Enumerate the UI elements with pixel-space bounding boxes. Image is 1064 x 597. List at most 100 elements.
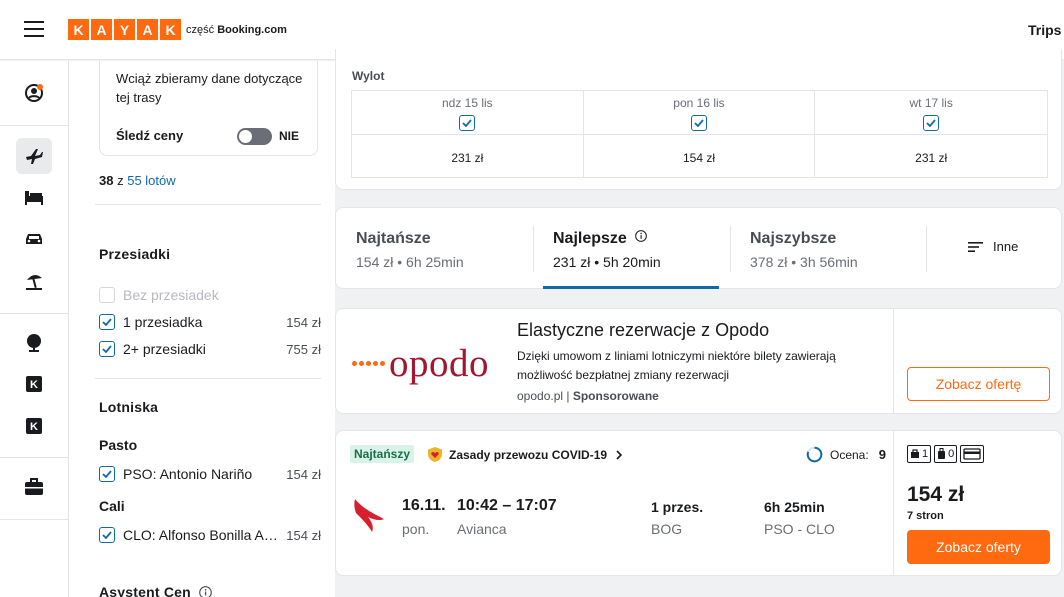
car-icon[interactable]: [16, 221, 52, 257]
airport-city: Pasto: [99, 437, 138, 453]
departure-label: Wylot: [352, 69, 385, 83]
track-prices-label: Śledź ceny: [116, 128, 184, 143]
checkbox[interactable]: [99, 314, 115, 330]
date-label: ndz 15 lis: [441, 96, 493, 110]
part-brand: Booking.com: [217, 24, 287, 36]
date-label: wt 17 lis: [909, 96, 953, 110]
left-nav: K K: [0, 61, 69, 597]
cheapest-badge: Najtańszy: [350, 445, 415, 463]
see-offers-button[interactable]: Zobacz oferty: [907, 530, 1050, 564]
plane-icon[interactable]: [16, 138, 52, 174]
airports-title: Lotniska: [99, 399, 159, 415]
more-label: Inne: [993, 239, 1019, 254]
checkbox[interactable]: [99, 466, 115, 482]
avianca-logo-icon: [352, 497, 388, 538]
logo-dots: [352, 361, 387, 366]
divider: [352, 134, 583, 135]
departure-day: pon.: [402, 521, 430, 537]
account-icon[interactable]: [16, 75, 52, 111]
flexible-dates-card: Wylot ndz 15 lis 231 zł pon 16 lis 154 z…: [335, 49, 1062, 190]
airport-filter-clo[interactable]: CLO: Alfonso Bonilla Aragón 154 zł: [99, 525, 321, 545]
checkbox[interactable]: [99, 341, 115, 357]
result-price: 154 zł: [907, 483, 965, 506]
date-price: 154 zł: [682, 151, 715, 165]
airport-filter-pso[interactable]: PSO: Antonio Nariño 154 zł: [99, 464, 321, 484]
rating-value: 9: [878, 447, 886, 462]
covid-label: Zasady przewozu COVID-19: [449, 447, 608, 462]
see-offer-button[interactable]: Zobacz ofertę: [907, 367, 1050, 401]
tab-title: Najtańsze: [356, 230, 431, 247]
svg-text:K: K: [30, 421, 38, 433]
beach-umbrella-icon[interactable]: [16, 263, 52, 299]
bed-icon[interactable]: [16, 179, 52, 215]
globe-icon[interactable]: [16, 325, 52, 361]
shield-heart-icon: [428, 447, 442, 462]
track-info-text: Wciąż zbieramy dane dotyczące tej trasy: [116, 71, 303, 105]
tab-best[interactable]: Najlepsze 231 zł • 5h 20min: [533, 208, 730, 290]
flight-duration: 6h 25min: [764, 499, 825, 515]
covid-rules-link[interactable]: Zasady przewozu COVID-19: [427, 446, 623, 463]
logo-letter: A: [137, 19, 158, 40]
tab-summary: 231 zł • 5h 20min: [553, 254, 661, 270]
booking-attribution: część Booking.com: [186, 24, 287, 36]
checked-bag: 0: [934, 445, 958, 463]
shown-count: 38: [99, 173, 114, 188]
active-tab-indicator: [543, 286, 719, 289]
checkbox[interactable]: [99, 527, 115, 543]
stops-title: Przesiadki: [99, 246, 171, 262]
date-checkbox[interactable]: [459, 115, 476, 131]
chevron-right-icon: [616, 449, 623, 460]
sort-lines-icon: [968, 241, 983, 252]
flight-times: 10:42 – 17:07: [457, 497, 557, 514]
logo-letter: K: [68, 19, 89, 40]
flight-result[interactable]: Najtańszy Zasady przewozu COVID-19 Ocena…: [335, 430, 1062, 576]
info-icon: [199, 585, 212, 597]
stops-count: 1 przes.: [651, 499, 704, 515]
date-price: 231 zł: [915, 151, 948, 165]
briefcase-icon[interactable]: [16, 469, 52, 505]
date-column[interactable]: wt 17 lis 231 zł: [815, 91, 1047, 177]
tab-cheapest[interactable]: Najtańsze 154 zł • 6h 25min: [336, 208, 533, 290]
filter-label: CLO: Alfonso Bonilla Aragón: [123, 527, 280, 543]
stops-filter-1[interactable]: 1 przesiadka 154 zł: [99, 312, 321, 332]
divider: [893, 309, 894, 413]
more-sort-options[interactable]: Inne: [968, 239, 1018, 254]
divider: [95, 378, 321, 379]
trips-link[interactable]: Trips: [1028, 22, 1064, 38]
nav-divider: [0, 125, 69, 126]
kayak-k-icon[interactable]: K: [16, 408, 52, 444]
toggle-state: NIE: [279, 129, 300, 143]
filter-label: Bez przesiadek: [123, 287, 219, 303]
rating-ring-icon: [806, 446, 823, 463]
sponsored-ad[interactable]: opodo Elastyczne rezerwacje z Opodo Dzię…: [335, 308, 1062, 414]
price-assistant-title: Asystent Cen: [99, 584, 191, 597]
stops-filter-2plus[interactable]: 2+ przesiadki 755 zł: [99, 339, 321, 359]
part-prefix: część: [186, 24, 215, 36]
checkbox: [99, 287, 115, 303]
date-checkbox[interactable]: [690, 115, 707, 131]
tab-title: Najlepsze: [553, 230, 648, 248]
suitcase-icon: [938, 448, 946, 459]
filter-label: PSO: Antonio Nariño: [123, 466, 253, 482]
ad-title[interactable]: Elastyczne rezerwacje z Opodo: [517, 320, 769, 341]
kayak-logo[interactable]: K A Y A K: [68, 19, 183, 40]
airport-city: Cali: [99, 498, 125, 514]
date-price: 231 zł: [451, 151, 484, 165]
info-icon: [635, 230, 648, 242]
logo-letter: A: [91, 19, 112, 40]
tab-title: Najszybsze: [750, 230, 837, 247]
tab-fastest[interactable]: Najszybsze 378 zł • 3h 56min: [730, 208, 927, 290]
ad-domain: opodo.pl: [517, 389, 564, 403]
baggage-info[interactable]: 1 0: [907, 445, 987, 463]
kayak-k-icon[interactable]: K: [16, 366, 52, 402]
date-checkbox[interactable]: [923, 115, 940, 131]
divider: [583, 134, 815, 135]
menu-icon[interactable]: [24, 21, 44, 37]
price-assistant-header[interactable]: Asystent Cen: [99, 584, 212, 597]
date-column[interactable]: ndz 15 lis 231 zł: [352, 91, 584, 177]
date-column[interactable]: pon 16 lis 154 zł: [583, 91, 816, 177]
total-flights-link[interactable]: 55 lotów: [127, 173, 175, 188]
track-prices-toggle[interactable]: [237, 128, 272, 145]
nav-divider: [0, 519, 69, 520]
date-label: pon 16 lis: [673, 96, 725, 110]
